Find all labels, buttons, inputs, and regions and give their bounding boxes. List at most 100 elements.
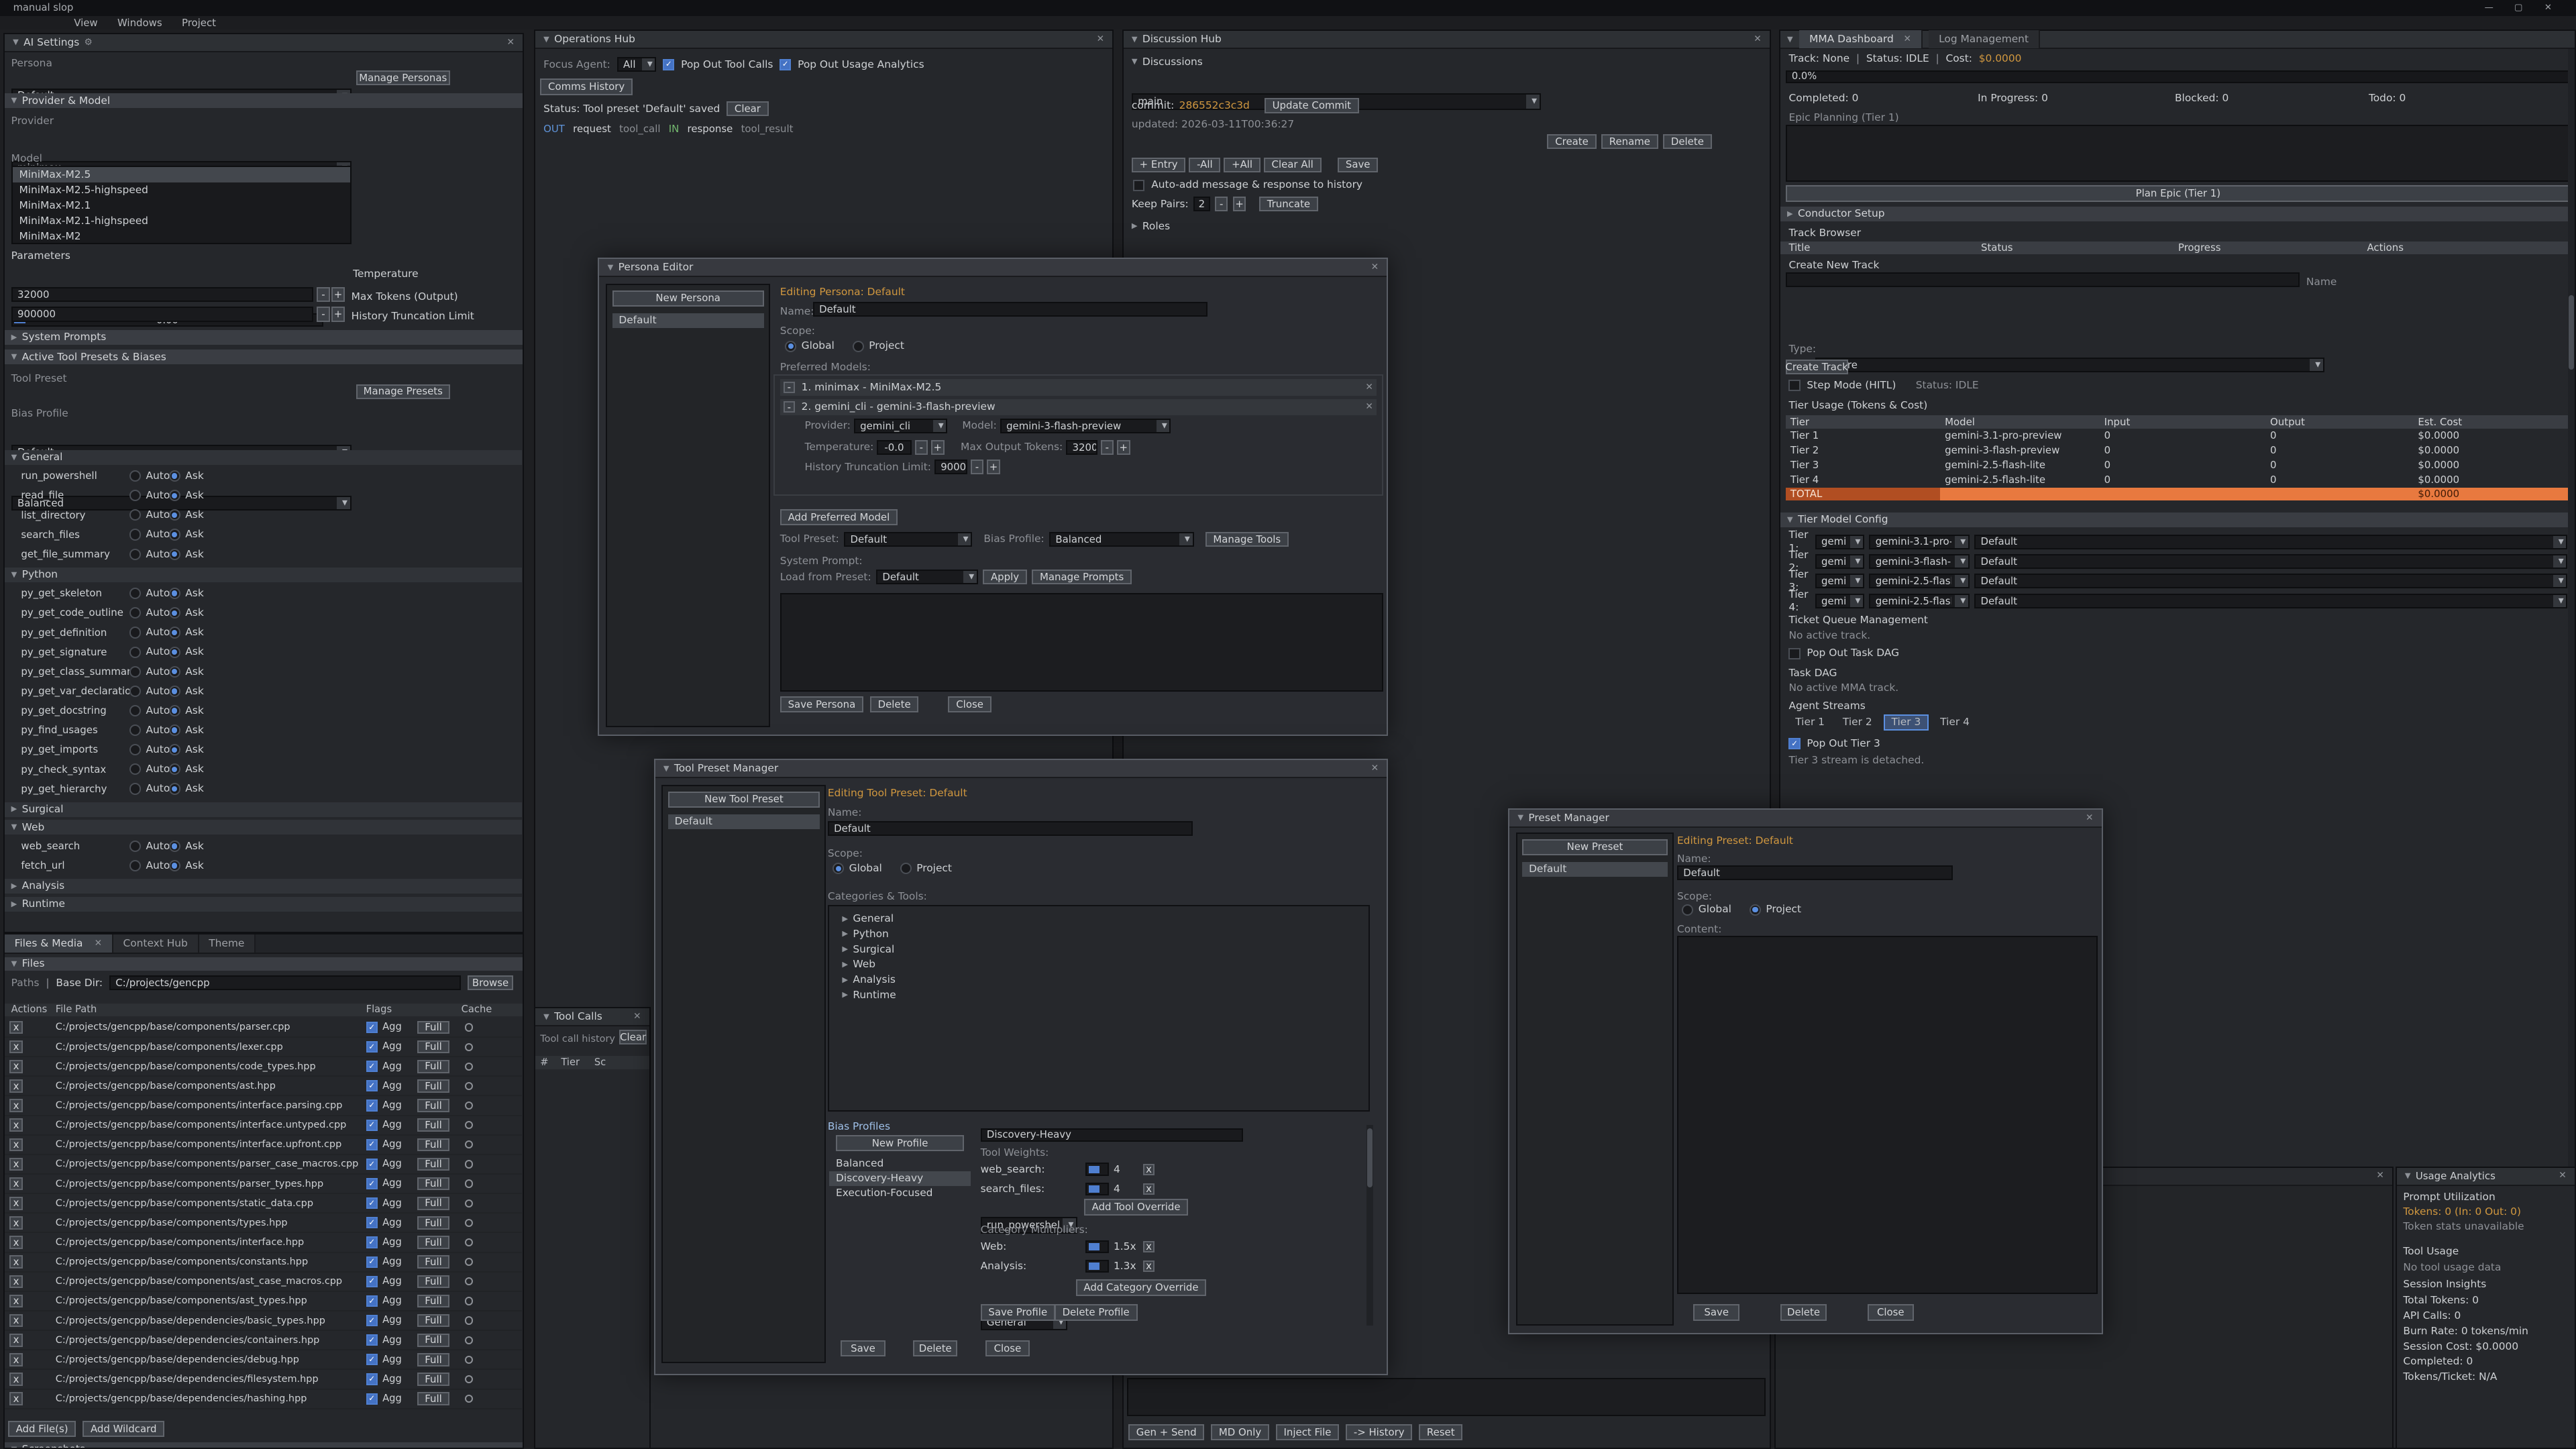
remove-file-button[interactable]: x [9, 1275, 23, 1289]
history-input[interactable]: 900000 [934, 460, 967, 474]
agg-checkbox[interactable]: ✓ [366, 1354, 378, 1365]
update-commit-button[interactable]: Update Commit [1265, 98, 1359, 113]
tool-preset-list-item[interactable]: Default [668, 814, 820, 829]
scope-project-radio[interactable] [853, 341, 864, 352]
plus-all-button[interactable]: +All [1224, 158, 1260, 172]
ai-settings-header[interactable]: ▼ AI Settings ⚙ ✕ [5, 34, 523, 52]
delete-profile-button[interactable]: Delete Profile [1055, 1304, 1138, 1320]
save-button[interactable]: Save [841, 1340, 885, 1356]
close-icon[interactable]: ✕ [2559, 1171, 2566, 1181]
menu-project[interactable]: Project [182, 17, 216, 30]
history-limit-input[interactable]: 900000 [11, 307, 314, 321]
step-mode-checkbox[interactable] [1788, 380, 1800, 391]
agg-checkbox[interactable]: ✓ [366, 1139, 378, 1150]
ask-radio[interactable] [169, 783, 180, 794]
tier-provider-select[interactable]: gemini [1815, 574, 1864, 588]
track-name-input[interactable] [1786, 272, 2300, 287]
auto-radio[interactable] [129, 705, 141, 716]
autoadd-checkbox[interactable] [1133, 180, 1144, 191]
persona-name-input[interactable]: Default [813, 302, 1208, 317]
close-button[interactable]: Close [1868, 1304, 1914, 1320]
message-composer[interactable] [1127, 1378, 1766, 1415]
maximize-button[interactable]: ▢ [2504, 3, 2533, 14]
keep-pairs-input[interactable]: 2 [1193, 197, 1210, 211]
composer-button-3[interactable]: -> History [1346, 1424, 1412, 1440]
full-button[interactable]: Full [417, 1295, 450, 1308]
full-button[interactable]: Full [417, 1216, 450, 1230]
agg-checkbox[interactable]: ✓ [366, 1022, 378, 1033]
auto-radio[interactable] [129, 724, 141, 736]
minus-all-button[interactable]: -All [1189, 158, 1220, 172]
pop-out-usage-checkbox[interactable]: ✓ [780, 59, 791, 70]
pop-out-tier3-checkbox[interactable]: ✓ [1788, 738, 1800, 749]
delete-persona-button[interactable]: Delete [870, 696, 919, 712]
auto-radio[interactable] [129, 647, 141, 658]
remove-file-button[interactable]: x [9, 1197, 23, 1210]
tab-context-hub[interactable]: Context Hub [113, 934, 199, 953]
temp-increment[interactable]: + [931, 440, 945, 455]
agg-checkbox[interactable]: ✓ [366, 1099, 378, 1111]
preset-content-textarea[interactable] [1677, 936, 2098, 1294]
max-output-input[interactable]: 32000 [1066, 440, 1097, 455]
new-persona-button[interactable]: New Persona [612, 290, 764, 307]
conductor-setup-header[interactable]: ▶ Conductor Setup [1780, 207, 2575, 221]
auto-radio[interactable] [129, 783, 141, 794]
ask-radio[interactable] [169, 705, 180, 716]
menu-windows[interactable]: Windows [117, 17, 162, 30]
new-preset-button[interactable]: New Preset [1522, 839, 1667, 855]
tool-preset-name-input[interactable]: Default [828, 821, 1193, 836]
ask-radio[interactable] [169, 627, 180, 638]
manage-prompts-button[interactable]: Manage Prompts [1032, 570, 1132, 584]
discussion-hub-header[interactable]: ▼ Discussion Hub ✕ [1124, 31, 1770, 49]
full-button[interactable]: Full [417, 1021, 450, 1034]
agg-checkbox[interactable]: ✓ [366, 1334, 378, 1346]
agg-checkbox[interactable]: ✓ [366, 1276, 378, 1287]
remove-file-button[interactable]: x [9, 1295, 23, 1308]
tier-model-config-header[interactable]: ▼ Tier Model Config [1780, 513, 2575, 527]
agg-checkbox[interactable]: ✓ [366, 1236, 378, 1248]
ask-radio[interactable] [169, 490, 180, 501]
ask-radio[interactable] [169, 588, 180, 599]
full-button[interactable]: Full [417, 1177, 450, 1191]
max-output-increment[interactable]: + [1117, 440, 1130, 455]
tab-theme[interactable]: Theme [199, 934, 256, 953]
weight-slider[interactable] [1085, 1183, 1108, 1196]
close-icon[interactable]: ✕ [1371, 263, 1379, 272]
scope-project-radio[interactable] [900, 863, 912, 874]
agent-stream-tab[interactable]: Tier 2 [1836, 714, 1878, 731]
category-tree-item[interactable]: ▶Runtime [834, 987, 1363, 1003]
load-preset-select[interactable]: Default [876, 570, 978, 584]
remove-file-button[interactable]: x [9, 1353, 23, 1366]
history-limit-decrement[interactable]: - [317, 307, 330, 321]
auto-radio[interactable] [129, 627, 141, 638]
scrollbar[interactable] [1366, 1125, 1373, 1326]
ask-radio[interactable] [169, 724, 180, 736]
agg-checkbox[interactable]: ✓ [366, 1315, 378, 1326]
full-button[interactable]: Full [417, 1079, 450, 1093]
ask-radio[interactable] [169, 647, 180, 658]
ask-radio[interactable] [169, 666, 180, 678]
reorder-button[interactable]: - [784, 401, 795, 413]
category-tree-item[interactable]: ▶Surgical [834, 942, 1363, 957]
agg-checkbox[interactable]: ✓ [366, 1041, 378, 1053]
tier-model-select[interactable]: gemini-2.5-flash-lite [1869, 574, 1969, 588]
epic-planning-textarea[interactable] [1786, 125, 2571, 182]
weight-slider[interactable] [1085, 1240, 1108, 1254]
auto-radio[interactable] [129, 841, 141, 852]
save-profile-button[interactable]: Save Profile [981, 1304, 1055, 1320]
roles-section-header[interactable]: ▶ Roles [1132, 220, 1170, 233]
model-option[interactable]: MiniMax-M2 [13, 229, 350, 244]
remove-file-button[interactable]: x [9, 1040, 23, 1054]
save-button[interactable]: Save [1693, 1304, 1739, 1320]
scope-global-radio[interactable] [833, 863, 844, 874]
ask-radio[interactable] [169, 509, 180, 521]
manage-personas-button[interactable]: Manage Personas [356, 70, 450, 85]
auto-radio[interactable] [129, 470, 141, 482]
weight-slider[interactable] [1085, 1163, 1108, 1176]
clear-tool-calls-button[interactable]: Clear [619, 1030, 647, 1044]
persona-list-item[interactable]: Default [612, 313, 764, 328]
tier-provider-select[interactable]: gemini [1815, 594, 1864, 608]
temp-decrement[interactable]: - [915, 440, 928, 455]
base-dir-input[interactable]: C:/projects/gencpp [109, 975, 461, 990]
max-tokens-decrement[interactable]: - [317, 287, 330, 302]
